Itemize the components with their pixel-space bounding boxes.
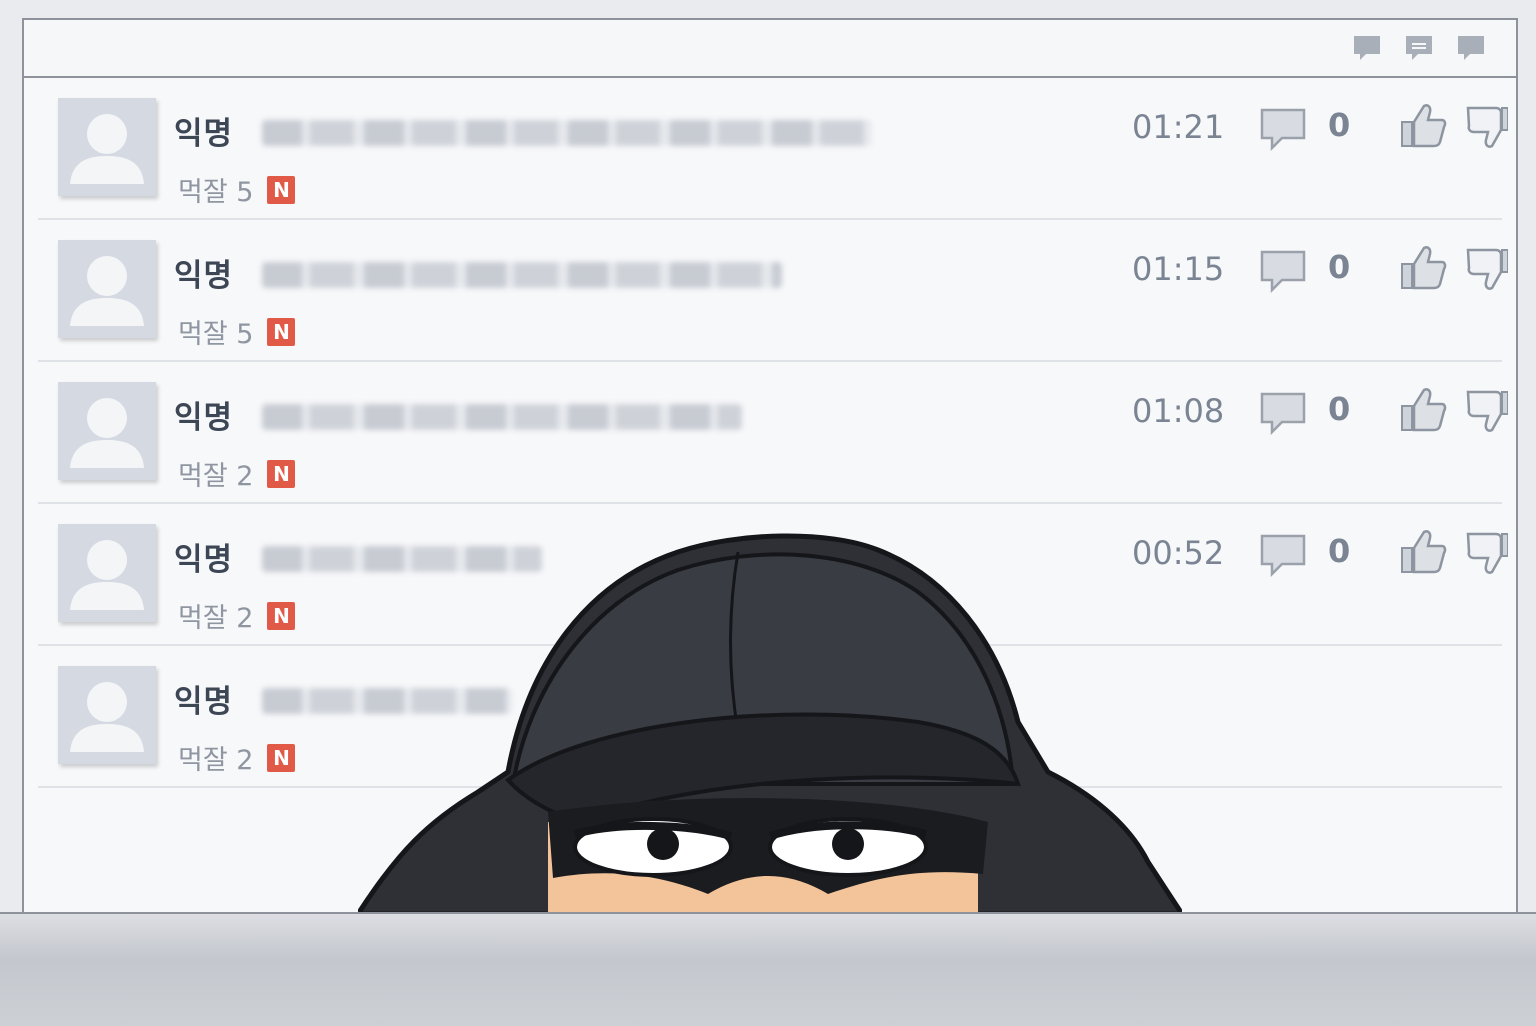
post-time: 01:21	[1132, 108, 1225, 146]
post-meta: 먹잘 5 N	[178, 170, 296, 209]
new-badge: N	[267, 175, 296, 204]
avatar	[58, 524, 156, 622]
post-time: 01:15	[1132, 250, 1225, 288]
user-silhouette-icon	[70, 540, 144, 610]
comment-count: 0	[1328, 106, 1351, 144]
hooded-figure-image	[358, 533, 1182, 914]
avatar	[58, 666, 156, 764]
expand-icon[interactable]	[1404, 34, 1434, 62]
list-item[interactable]: 익명 먹잘 2 N 01:08 0	[38, 362, 1508, 504]
author-name: 익명	[174, 542, 234, 578]
author-name: 익명	[174, 400, 234, 436]
user-silhouette-icon	[70, 682, 144, 752]
category-label: 먹잘 5	[178, 177, 254, 208]
avatar	[58, 240, 156, 338]
comment-icon[interactable]	[1258, 390, 1308, 436]
thumbs-down-icon[interactable]	[1466, 530, 1508, 576]
desk-surface	[0, 912, 1536, 1026]
comment-count: 0	[1328, 532, 1351, 570]
thumbs-up-icon[interactable]	[1398, 100, 1448, 150]
avatar	[58, 98, 156, 196]
category-label: 먹잘 2	[178, 461, 254, 492]
post-title-blurred[interactable]	[262, 262, 782, 288]
category-label: 먹잘 2	[178, 603, 254, 634]
user-silhouette-icon	[70, 114, 144, 184]
author-name: 익명	[174, 116, 234, 152]
post-title-blurred[interactable]	[262, 404, 742, 430]
category-label: 먹잘 5	[178, 319, 254, 350]
post-meta: 먹잘 5 N	[178, 312, 296, 351]
category-label: 먹잘 2	[178, 745, 254, 776]
comment-count: 0	[1328, 248, 1351, 286]
comment-icon[interactable]	[1258, 532, 1308, 578]
comment-icon[interactable]	[1258, 248, 1308, 294]
new-badge: N	[267, 317, 296, 346]
comment-icon[interactable]	[1258, 106, 1308, 152]
author-name: 익명	[174, 684, 234, 720]
thumbs-down-icon[interactable]	[1466, 104, 1508, 150]
thumbs-up-icon[interactable]	[1398, 242, 1448, 292]
new-badge: N	[267, 743, 296, 772]
post-title-blurred[interactable]	[262, 120, 872, 146]
new-badge: N	[267, 601, 296, 630]
list-item[interactable]: 익명 먹잘 5 N 01:15 0	[38, 220, 1508, 362]
top-bar	[24, 20, 1516, 78]
thumbs-up-icon[interactable]	[1398, 384, 1448, 434]
list-item[interactable]: 익명 먹잘 5 N 01:21 0	[38, 78, 1508, 220]
thumbs-down-icon[interactable]	[1466, 388, 1508, 434]
user-silhouette-icon	[70, 256, 144, 326]
post-time: 01:08	[1132, 392, 1225, 430]
author-name: 익명	[174, 258, 234, 294]
comment-icon[interactable]	[1352, 34, 1382, 62]
thumbs-up-icon[interactable]	[1398, 526, 1448, 576]
post-meta: 먹잘 2 N	[178, 596, 296, 635]
post-meta: 먹잘 2 N	[178, 738, 296, 777]
comment-icon[interactable]	[1456, 34, 1486, 62]
post-meta: 먹잘 2 N	[178, 454, 296, 493]
comment-count: 0	[1328, 390, 1351, 428]
toolbar-icons	[1352, 34, 1486, 62]
thumbs-down-icon[interactable]	[1466, 246, 1508, 292]
new-badge: N	[267, 459, 296, 488]
user-silhouette-icon	[70, 398, 144, 468]
avatar	[58, 382, 156, 480]
